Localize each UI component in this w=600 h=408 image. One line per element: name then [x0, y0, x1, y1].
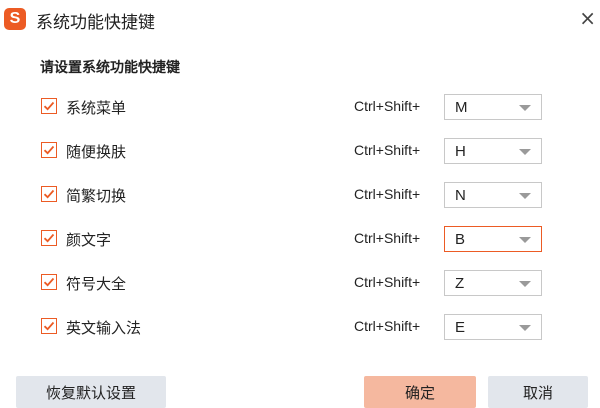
shortcut-row-emoticons: 颜文字 Ctrl+Shift+ B — [0, 226, 600, 252]
confirm-button[interactable]: 确定 — [364, 376, 476, 408]
modifier-prefix: Ctrl+Shift+ — [354, 186, 421, 202]
section-heading: 请设置系统功能快捷键 — [40, 60, 180, 76]
key-value: E — [455, 319, 466, 336]
key-value: H — [455, 143, 466, 160]
cancel-button[interactable]: 取消 — [488, 376, 588, 408]
chevron-down-icon — [519, 237, 531, 243]
modifier-prefix: Ctrl+Shift+ — [354, 230, 421, 246]
chevron-down-icon — [519, 105, 531, 111]
key-select[interactable]: N — [444, 182, 542, 208]
key-select[interactable]: E — [444, 314, 542, 340]
shortcut-label: 随便换肤 — [66, 143, 127, 161]
chevron-down-icon — [519, 281, 531, 287]
key-value: N — [455, 187, 466, 204]
key-value: Z — [455, 275, 465, 292]
shortcut-row-system-menu: 系统菜单 Ctrl+Shift+ M — [0, 94, 600, 120]
checkbox[interactable] — [41, 142, 57, 158]
shortcut-row-skin: 随便换肤 Ctrl+Shift+ H — [0, 138, 600, 164]
shortcut-label: 符号大全 — [66, 275, 127, 293]
checkbox[interactable] — [41, 186, 57, 202]
shortcut-row-simplified-traditional: 简繁切换 Ctrl+Shift+ N — [0, 182, 600, 208]
chevron-down-icon — [519, 149, 531, 155]
shortcut-label: 颜文字 — [66, 231, 112, 249]
key-value: M — [455, 99, 468, 116]
close-icon[interactable]: × — [579, 6, 596, 30]
key-select[interactable]: B — [444, 226, 542, 252]
shortcut-label: 英文输入法 — [66, 319, 142, 337]
modifier-prefix: Ctrl+Shift+ — [354, 142, 421, 158]
shortcut-label: 系统菜单 — [66, 99, 127, 117]
shortcut-label: 简繁切换 — [66, 187, 127, 205]
title-bar: S 系统功能快捷键 × — [0, 0, 600, 36]
checkbox[interactable] — [41, 230, 57, 246]
chevron-down-icon — [519, 193, 531, 199]
key-value: B — [455, 231, 466, 248]
key-select[interactable]: M — [444, 94, 542, 120]
modifier-prefix: Ctrl+Shift+ — [354, 318, 421, 334]
checkbox[interactable] — [41, 98, 57, 114]
window-title: 系统功能快捷键 — [36, 13, 155, 33]
chevron-down-icon — [519, 325, 531, 331]
modifier-prefix: Ctrl+Shift+ — [354, 274, 421, 290]
restore-defaults-button[interactable]: 恢复默认设置 — [16, 376, 166, 408]
checkbox[interactable] — [41, 318, 57, 334]
key-select[interactable]: H — [444, 138, 542, 164]
shortcut-row-english-input: 英文输入法 Ctrl+Shift+ E — [0, 314, 600, 340]
key-select[interactable]: Z — [444, 270, 542, 296]
shortcut-row-symbols: 符号大全 Ctrl+Shift+ Z — [0, 270, 600, 296]
sogou-logo-icon: S — [4, 8, 26, 30]
checkbox[interactable] — [41, 274, 57, 290]
modifier-prefix: Ctrl+Shift+ — [354, 98, 421, 114]
